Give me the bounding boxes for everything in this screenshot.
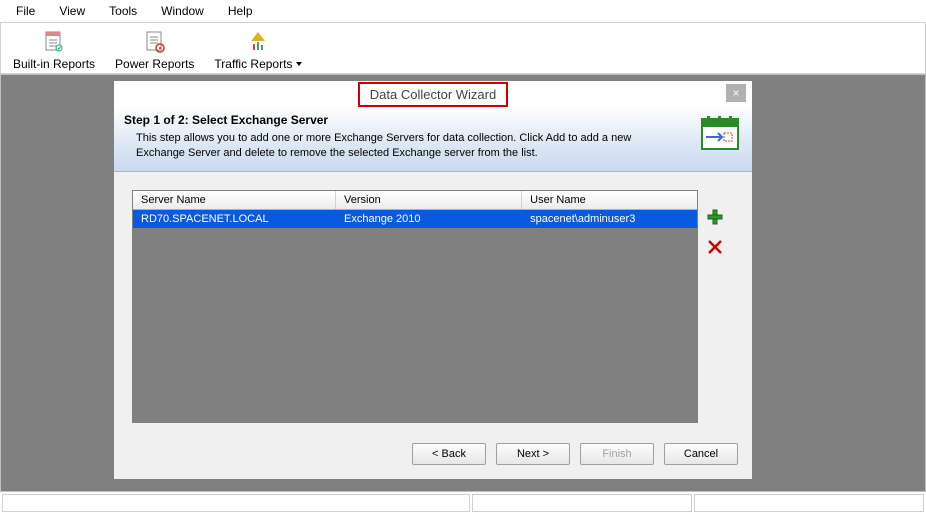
table-side-buttons [706, 190, 734, 423]
data-collector-wizard-dialog: Data Collector Wizard × Step 1 of 2: Sel… [113, 80, 753, 480]
traffic-reports-button[interactable]: Traffic Reports [208, 27, 308, 73]
column-version[interactable]: Version [336, 191, 522, 209]
close-button[interactable]: × [726, 84, 746, 102]
dialog-title: Data Collector Wizard [358, 82, 508, 107]
menu-help[interactable]: Help [216, 2, 265, 20]
document-gear-icon [142, 29, 168, 55]
cell-server-name: RD70.SPACENET.LOCAL [133, 210, 336, 228]
dialog-footer: < Back Next > Finish Cancel [114, 433, 752, 479]
delete-button[interactable] [706, 238, 724, 256]
finish-button: Finish [580, 443, 654, 465]
cancel-button[interactable]: Cancel [664, 443, 738, 465]
server-table: Server Name Version User Name RD70.SPACE… [132, 190, 698, 423]
status-bar [0, 492, 926, 514]
delete-icon [707, 239, 723, 255]
dialog-titlebar: Data Collector Wizard × [114, 81, 752, 107]
column-server-name[interactable]: Server Name [133, 191, 336, 209]
next-button[interactable]: Next > [496, 443, 570, 465]
menu-file[interactable]: File [4, 2, 47, 20]
status-pane [694, 494, 924, 512]
step-title: Step 1 of 2: Select Exchange Server [124, 113, 692, 127]
column-user-name[interactable]: User Name [522, 191, 697, 209]
table-row[interactable]: RD70.SPACENET.LOCAL Exchange 2010 spacen… [133, 210, 697, 228]
status-pane [2, 494, 470, 512]
chart-icon [245, 29, 271, 55]
back-button[interactable]: < Back [412, 443, 486, 465]
calendar-arrow-icon [698, 113, 742, 157]
chevron-down-icon [296, 62, 302, 66]
status-pane [472, 494, 692, 512]
power-reports-button[interactable]: Power Reports [109, 27, 200, 73]
mdi-backdrop: Data Collector Wizard × Step 1 of 2: Sel… [0, 74, 926, 492]
plus-icon [707, 209, 723, 225]
document-icon [41, 29, 67, 55]
close-icon: × [732, 86, 739, 100]
menu-tools[interactable]: Tools [97, 2, 149, 20]
cell-user-name: spacenet\adminuser3 [522, 210, 697, 228]
power-reports-label: Power Reports [115, 57, 194, 71]
wizard-step-header: Step 1 of 2: Select Exchange Server This… [114, 107, 752, 172]
menu-window[interactable]: Window [149, 2, 216, 20]
table-body: RD70.SPACENET.LOCAL Exchange 2010 spacen… [133, 210, 697, 422]
builtin-reports-label: Built-in Reports [13, 57, 95, 71]
builtin-reports-button[interactable]: Built-in Reports [7, 27, 101, 73]
table-header: Server Name Version User Name [133, 191, 697, 210]
menu-bar: File View Tools Window Help [0, 0, 926, 22]
cell-version: Exchange 2010 [336, 210, 522, 228]
toolbar: Built-in Reports Power Reports Traffic R… [0, 22, 926, 74]
step-description: This step allows you to add one or more … [124, 131, 692, 161]
menu-view[interactable]: View [47, 2, 97, 20]
add-button[interactable] [706, 208, 724, 226]
dialog-body: Server Name Version User Name RD70.SPACE… [114, 172, 752, 433]
traffic-reports-label: Traffic Reports [214, 57, 292, 71]
